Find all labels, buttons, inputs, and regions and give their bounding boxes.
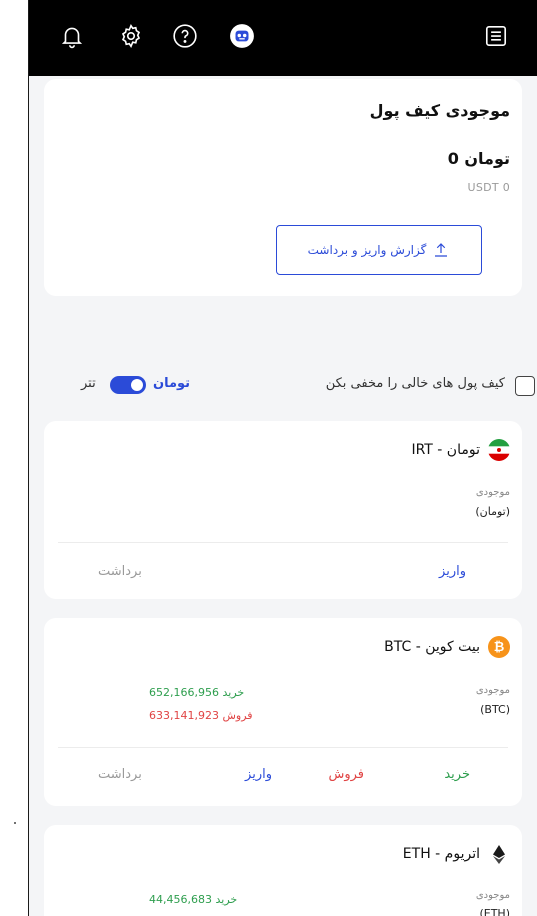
- asset-card-btc: ₿ بیت کوین - BTC موجودی (BTC) خرید 652,1…: [44, 618, 522, 806]
- sell-button[interactable]: فروش: [328, 767, 364, 782]
- asset-header: ₿ بیت کوین - BTC: [384, 636, 510, 658]
- help-icon[interactable]: [172, 23, 198, 49]
- toman-toggle-label: تومان: [153, 376, 191, 391]
- sell-price-value: 633,141,923: [149, 709, 219, 722]
- asset-card-eth: اتریوم - ETH موجودی (ETH) خرید 44,456,68…: [44, 825, 522, 916]
- tether-toggle-label: تتر: [81, 376, 96, 391]
- withdraw-button[interactable]: برداشت: [98, 767, 142, 782]
- asset-name: اتریوم - ETH: [402, 846, 480, 862]
- top-bar: [29, 0, 537, 76]
- asset-header: اتریوم - ETH: [403, 843, 510, 865]
- buy-word: خرید: [222, 686, 245, 699]
- buy-price-value: 44,456,683: [149, 893, 212, 906]
- wallet-balance-usdt: USDT 0: [467, 181, 510, 194]
- bell-icon[interactable]: [59, 23, 85, 49]
- bitcoin-icon: ₿: [488, 636, 510, 658]
- deposit-button[interactable]: واریز: [439, 564, 466, 579]
- asset-name: تومان - IRT: [411, 442, 480, 458]
- buy-button[interactable]: خرید: [444, 767, 470, 782]
- balance-label: موجودی: [475, 890, 510, 901]
- currency-toggle[interactable]: [110, 376, 146, 394]
- balance-label: موجودی: [475, 685, 510, 696]
- ethereum-icon: [488, 843, 510, 865]
- decorative-dot: [14, 822, 16, 824]
- gear-icon[interactable]: [118, 23, 144, 49]
- deposit-withdraw-report-button[interactable]: گزارش واریز و برداشت: [276, 225, 482, 275]
- balance-unit: (BTC): [480, 703, 510, 716]
- menu-icon[interactable]: [483, 23, 509, 49]
- withdraw-button[interactable]: برداشت: [98, 564, 142, 579]
- btc-sell-price: فروش 633,141,923: [149, 709, 253, 722]
- wallet-filter-row: کیف پول های خالی را مخفی بکن تومان تتر: [29, 370, 537, 400]
- toggle-knob: [131, 379, 143, 391]
- card-divider: [58, 542, 508, 543]
- deposit-button[interactable]: واریز: [245, 767, 272, 782]
- buy-price-value: 652,166,956: [149, 686, 219, 699]
- wallet-balance-card: موجودی کیف پول 0 تومان USDT 0 گزارش واری…: [44, 79, 522, 296]
- sell-word: فروش: [222, 709, 253, 722]
- balance-unit: (ETH): [479, 907, 510, 916]
- hide-empty-label: کیف پول های خالی را مخفی بکن: [325, 376, 505, 391]
- card-divider: [58, 747, 508, 748]
- asset-card-irt: تومان - IRT موجودی (تومان) واریز برداشت: [44, 421, 522, 599]
- btc-buy-price: خرید 652,166,956: [149, 686, 244, 699]
- page: موجودی کیف پول 0 تومان USDT 0 گزارش واری…: [0, 0, 537, 916]
- iran-flag-icon: [488, 439, 510, 461]
- balance-unit: (تومان): [475, 505, 510, 518]
- asset-name: بیت کوین - BTC: [384, 639, 480, 655]
- app-container: موجودی کیف پول 0 تومان USDT 0 گزارش واری…: [29, 0, 537, 916]
- balance-label: موجودی: [475, 487, 510, 498]
- wallet-title: موجودی کیف پول: [369, 101, 510, 120]
- eth-buy-price: خرید 44,456,683: [149, 893, 237, 906]
- hide-empty-checkbox[interactable]: [515, 376, 535, 396]
- buy-word: خرید: [215, 893, 238, 906]
- robot-icon[interactable]: [229, 23, 255, 49]
- upload-arrow-icon: [435, 243, 448, 257]
- report-button-label: گزارش واریز و برداشت: [307, 243, 427, 257]
- wallet-balance-toman: 0 تومان: [447, 149, 510, 168]
- asset-header: تومان - IRT: [411, 439, 510, 461]
